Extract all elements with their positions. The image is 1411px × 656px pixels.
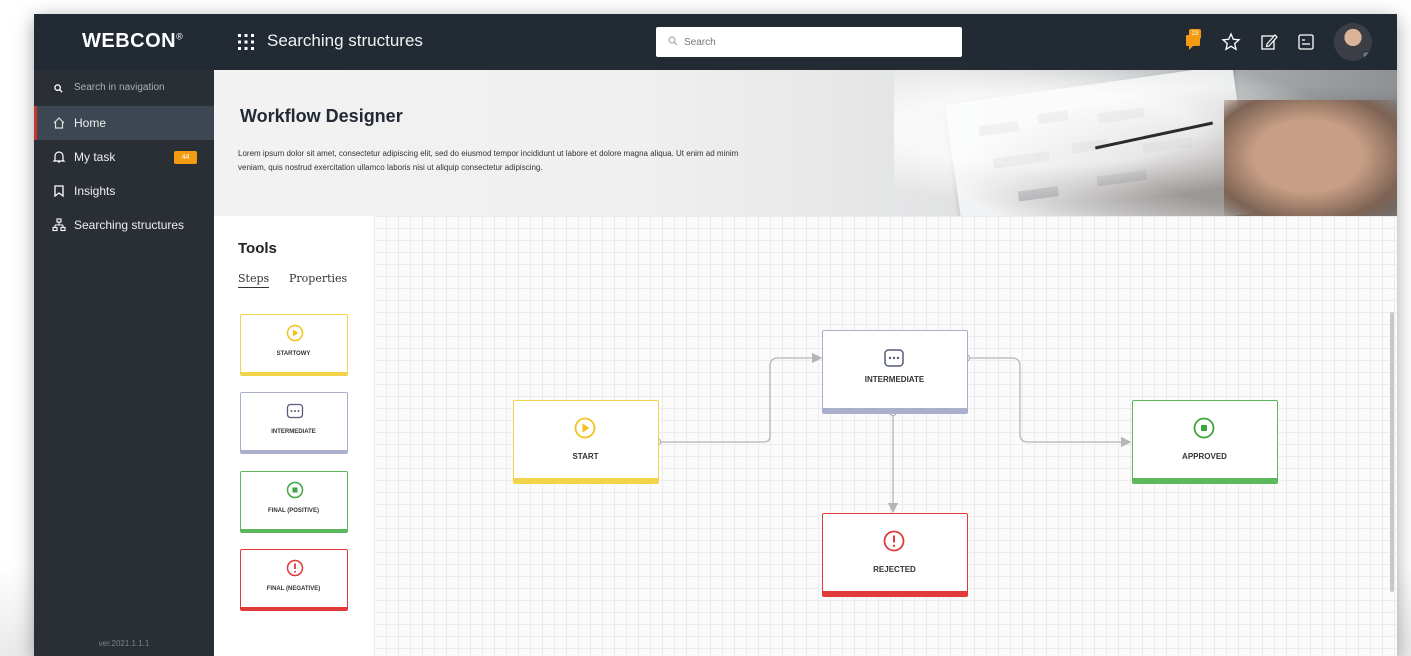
sidebar: Search in navigation Home My task 44 Ins… bbox=[34, 70, 214, 656]
play-icon bbox=[574, 417, 596, 439]
version-label: ver.2021.1.1.1 bbox=[98, 639, 150, 648]
tools-title: Tools bbox=[238, 240, 277, 257]
node-start[interactable]: START bbox=[513, 400, 659, 484]
sidebar-item-label: Searching structures bbox=[74, 218, 185, 232]
node-rejected[interactable]: REJECTED bbox=[822, 513, 968, 597]
sidebar-item-label: Insights bbox=[74, 184, 116, 198]
sidebar-item-searching-structures[interactable]: Searching structures bbox=[34, 208, 214, 242]
star-icon[interactable] bbox=[1221, 32, 1241, 52]
bell-icon bbox=[52, 151, 66, 163]
node-label: INTERMEDIATE bbox=[864, 375, 925, 384]
ellipsis-icon bbox=[884, 349, 904, 367]
banner: Workflow Designer Lorem ipsum dolor sit … bbox=[214, 70, 1397, 216]
tool-card-label: FINAL (POSITIVE) bbox=[268, 508, 319, 514]
search-input[interactable] bbox=[684, 32, 944, 52]
tool-card-label: INTERMEDIATE bbox=[271, 429, 316, 435]
webcon-logo[interactable]: WEBCON® bbox=[82, 30, 183, 53]
page-description: Lorem ipsum dolor sit amet, consectetur … bbox=[238, 149, 739, 172]
node-intermediate[interactable]: INTERMEDIATE bbox=[822, 330, 968, 414]
sidebar-item-label: My task bbox=[74, 150, 116, 164]
node-label: APPROVED bbox=[1182, 452, 1227, 461]
tasks-icon[interactable] bbox=[1296, 32, 1316, 52]
play-icon bbox=[286, 324, 304, 342]
stop-icon bbox=[286, 481, 304, 499]
search-icon bbox=[668, 36, 678, 46]
stop-icon bbox=[1193, 417, 1215, 439]
workflow-canvas[interactable]: START INTERMEDIATE APPROVED REJECTED bbox=[374, 216, 1397, 656]
nav-search-label: Search in navigation bbox=[74, 82, 165, 93]
notification-count: 23 bbox=[1189, 29, 1201, 39]
hierarchy-icon bbox=[52, 218, 66, 232]
node-approved[interactable]: APPROVED bbox=[1132, 400, 1278, 484]
tab-steps[interactable]: Steps bbox=[238, 272, 270, 288]
tool-card-start[interactable]: STARTOWY bbox=[240, 314, 348, 376]
edit-icon[interactable] bbox=[1259, 32, 1279, 52]
tool-card-final-positive[interactable]: FINAL (POSITIVE) bbox=[240, 471, 348, 533]
logo-mark: ® bbox=[176, 31, 184, 42]
top-bar: WEBCON® Searching structures Search 23 bbox=[34, 14, 1397, 70]
tool-card-label: FINAL (NEGATIVE) bbox=[266, 586, 321, 592]
home-icon bbox=[53, 117, 65, 129]
logo-text: WEBCON bbox=[82, 30, 177, 52]
sidebar-item-home[interactable]: Home bbox=[34, 106, 214, 140]
search-icon bbox=[54, 84, 63, 93]
connector-start-to-intermediate[interactable] bbox=[657, 352, 823, 443]
alert-icon bbox=[286, 559, 304, 577]
node-label: REJECTED bbox=[873, 565, 916, 574]
connector-intermediate-to-approved[interactable] bbox=[966, 357, 1132, 448]
global-search[interactable] bbox=[656, 27, 962, 57]
banner-photo-hand bbox=[1224, 100, 1397, 216]
status-indicator bbox=[1362, 51, 1370, 59]
user-avatar[interactable] bbox=[1334, 23, 1372, 61]
sidebar-item-label: Home bbox=[74, 116, 107, 130]
ellipsis-icon bbox=[286, 403, 304, 419]
sidebar-item-insights[interactable]: Insights bbox=[34, 174, 214, 208]
page-title: Workflow Designer bbox=[240, 106, 403, 126]
tool-card-intermediate[interactable]: INTERMEDIATE bbox=[240, 392, 348, 454]
alert-icon bbox=[883, 530, 905, 552]
bookmark-icon bbox=[54, 185, 64, 198]
sidebar-item-my-task[interactable]: My task 44 bbox=[34, 140, 214, 174]
tab-properties[interactable]: Properties bbox=[289, 272, 347, 285]
app-title: Searching structures bbox=[267, 31, 423, 50]
tools-panel: Tools Steps Properties STARTOWY INTERMED… bbox=[214, 216, 374, 656]
tool-card-final-negative[interactable]: FINAL (NEGATIVE) bbox=[240, 549, 348, 611]
app-window: WEBCON® Searching structures Search 23 S… bbox=[34, 14, 1397, 656]
app-grid-icon[interactable] bbox=[237, 33, 255, 51]
canvas-scrollbar[interactable] bbox=[1390, 312, 1394, 592]
node-label: START bbox=[572, 452, 599, 461]
tool-card-label: STARTOWY bbox=[276, 351, 311, 357]
task-count-badge: 44 bbox=[174, 151, 197, 164]
nav-search[interactable]: Search in navigation bbox=[34, 78, 214, 98]
